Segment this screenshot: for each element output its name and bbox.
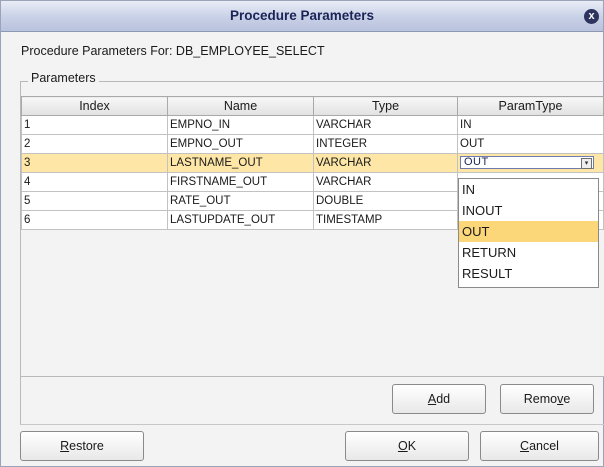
table-row[interactable]: 1 EMPNO_IN VARCHAR IN bbox=[21, 115, 604, 135]
dropdown-arrow-icon[interactable]: ▾ bbox=[581, 158, 592, 169]
table-row[interactable]: 2 EMPNO_OUT INTEGER OUT bbox=[21, 134, 604, 154]
paramtype-cell-editor[interactable]: OUT ▾ bbox=[457, 153, 604, 173]
ok-mnemonic: O bbox=[397, 439, 408, 453]
column-header-index[interactable]: Index bbox=[21, 96, 168, 116]
type-cell[interactable]: INTEGER bbox=[313, 134, 458, 154]
remove-label-prefix: Remo bbox=[523, 392, 558, 406]
cancel-button[interactable]: Cancel bbox=[480, 431, 599, 461]
name-cell[interactable]: EMPNO_OUT bbox=[167, 134, 314, 154]
add-mnemonic: A bbox=[427, 392, 437, 406]
remove-label-rest: e bbox=[563, 392, 571, 406]
column-header-type[interactable]: Type bbox=[313, 96, 458, 116]
cancel-label-rest: ancel bbox=[529, 439, 559, 453]
index-cell[interactable]: 3 bbox=[21, 153, 168, 173]
type-cell[interactable]: TIMESTAMP bbox=[313, 210, 458, 230]
table-row-selected[interactable]: 3 LASTNAME_OUT VARCHAR OUT ▾ bbox=[21, 153, 604, 173]
name-cell[interactable]: EMPNO_IN bbox=[167, 115, 314, 135]
close-icon[interactable]: x bbox=[584, 9, 599, 24]
type-cell[interactable]: VARCHAR bbox=[313, 115, 458, 135]
parameters-group-title: Parameters bbox=[28, 71, 99, 85]
procedure-parameters-dialog: Procedure Parameters x Procedure Paramet… bbox=[0, 0, 604, 467]
type-cell[interactable]: DOUBLE bbox=[313, 191, 458, 211]
restore-button[interactable]: Restore bbox=[20, 431, 144, 461]
index-cell[interactable]: 5 bbox=[21, 191, 168, 211]
title-bar[interactable]: Procedure Parameters x bbox=[1, 1, 603, 32]
paramtype-cell[interactable]: IN bbox=[457, 115, 604, 135]
paramtype-dropdown-list: IN INOUT OUT RETURN RESULT bbox=[458, 178, 599, 288]
add-button[interactable]: Add bbox=[392, 384, 486, 414]
type-cell[interactable]: VARCHAR bbox=[313, 172, 458, 192]
restore-mnemonic: R bbox=[60, 439, 70, 453]
remove-button[interactable]: Remove bbox=[500, 384, 594, 414]
index-cell[interactable]: 4 bbox=[21, 172, 168, 192]
restore-label-rest: estore bbox=[69, 439, 104, 453]
ok-label-rest: K bbox=[407, 439, 417, 453]
column-header-name[interactable]: Name bbox=[167, 96, 314, 116]
dropdown-option-return[interactable]: RETURN bbox=[459, 242, 598, 263]
paramtype-combobox[interactable]: OUT ▾ bbox=[460, 156, 594, 169]
add-label-rest: dd bbox=[436, 392, 451, 406]
dropdown-option-in[interactable]: IN bbox=[459, 179, 598, 200]
paramtype-combobox-value: OUT bbox=[464, 156, 489, 168]
procedure-label: Procedure Parameters For: DB_EMPLOYEE_SE… bbox=[21, 44, 325, 58]
dropdown-option-inout[interactable]: INOUT bbox=[459, 200, 598, 221]
dropdown-option-result[interactable]: RESULT bbox=[459, 263, 598, 284]
paramtype-cell[interactable]: OUT bbox=[457, 134, 604, 154]
dialog-title: Procedure Parameters bbox=[229, 8, 375, 23]
name-cell[interactable]: RATE_OUT bbox=[167, 191, 314, 211]
column-header-paramtype[interactable]: ParamType bbox=[457, 96, 604, 116]
cancel-mnemonic: C bbox=[520, 439, 530, 453]
index-cell[interactable]: 6 bbox=[21, 210, 168, 230]
name-cell[interactable]: FIRSTNAME_OUT bbox=[167, 172, 314, 192]
index-cell[interactable]: 2 bbox=[21, 134, 168, 154]
dropdown-option-out[interactable]: OUT bbox=[459, 221, 598, 242]
name-cell[interactable]: LASTUPDATE_OUT bbox=[167, 210, 314, 230]
ok-button[interactable]: OK bbox=[345, 431, 469, 461]
index-cell[interactable]: 1 bbox=[21, 115, 168, 135]
type-cell[interactable]: VARCHAR bbox=[313, 153, 458, 173]
name-cell[interactable]: LASTNAME_OUT bbox=[167, 153, 314, 173]
